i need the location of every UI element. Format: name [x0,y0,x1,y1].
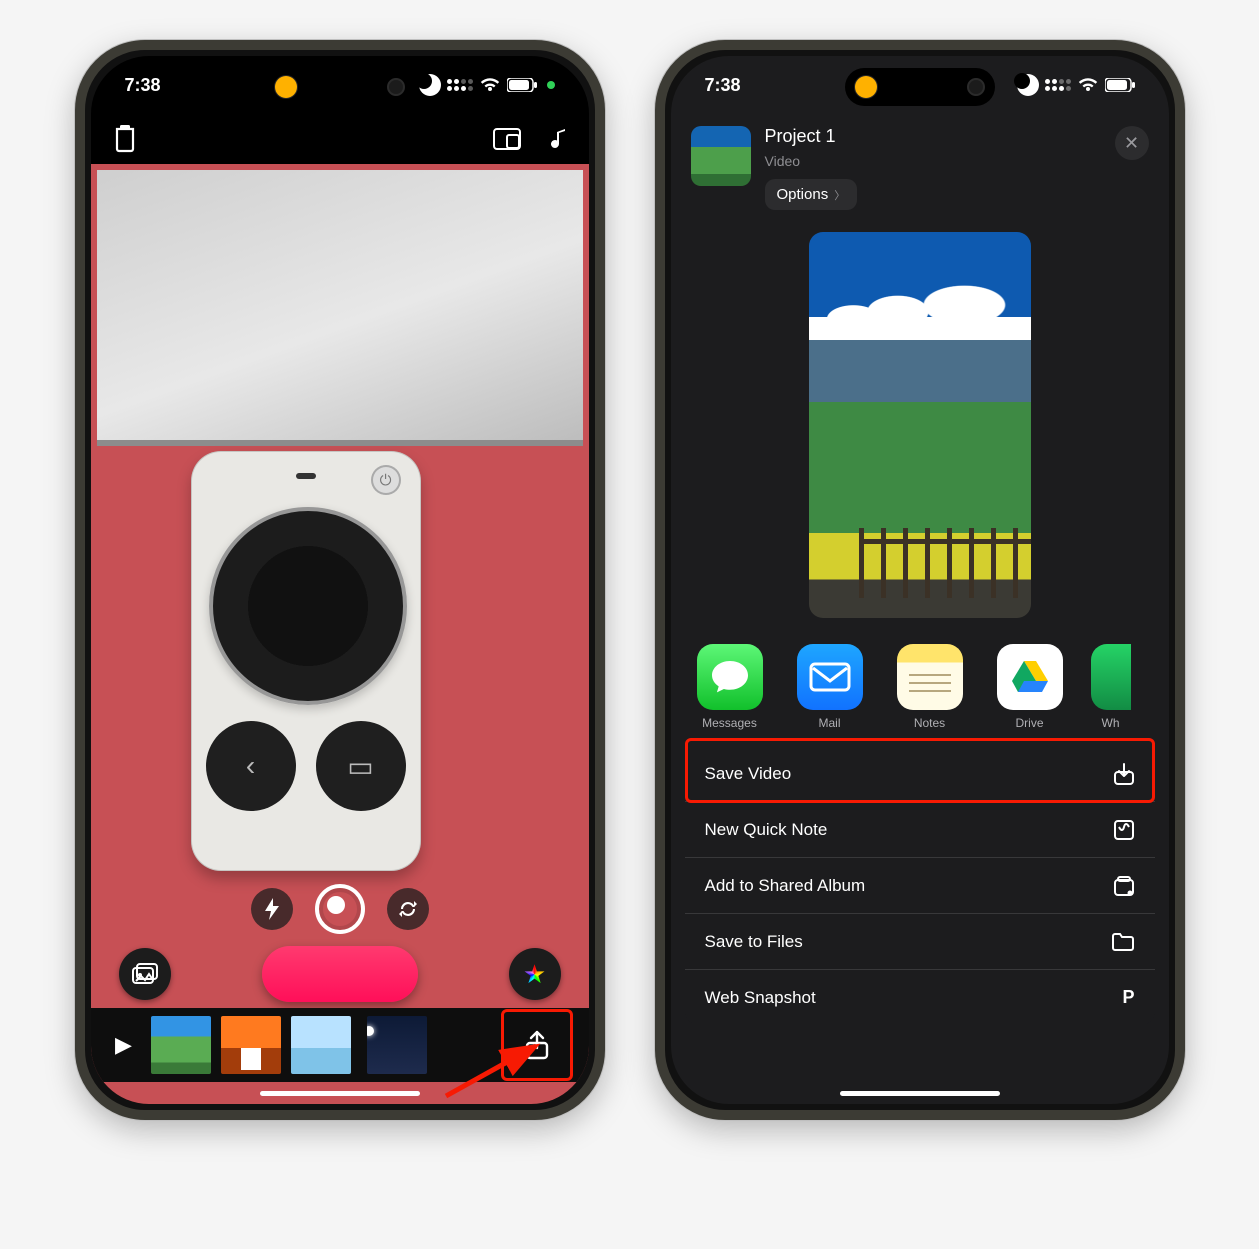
share-actions-list: Save Video New Quick Note Add to Shared … [685,746,1155,1025]
share-options-button[interactable]: Options 〉 [765,179,858,210]
project-title: Project 1 [765,126,1101,147]
action-label: Web Snapshot [705,988,816,1008]
subject-laptop [97,170,583,446]
action-save-video[interactable]: Save Video [685,746,1155,801]
share-app-notes[interactable]: Notes [891,644,969,730]
drive-icon [997,644,1063,710]
action-label: Add to Shared Album [705,876,866,896]
battery-icon [1105,78,1135,92]
close-icon: ✕ [1124,133,1139,154]
projects-icon[interactable] [113,125,137,153]
clip-thumbnail[interactable] [367,1016,427,1074]
battery-icon [507,78,537,92]
flash-toggle-icon[interactable] [251,888,293,930]
flip-camera-icon[interactable] [387,888,429,930]
front-camera-dot [387,78,405,96]
dynamic-island [265,68,415,106]
cellular-signal-icon [447,79,473,91]
aspect-ratio-icon[interactable] [493,128,521,150]
dynamic-island [845,68,995,106]
camera-active-dot [547,81,555,89]
home-indicator[interactable] [260,1091,420,1096]
action-shared-album[interactable]: Add to Shared Album [685,857,1155,913]
options-label: Options [777,186,829,203]
action-label: Save to Files [705,932,803,952]
wifi-icon [479,77,501,93]
action-save-files[interactable]: Save to Files [685,913,1155,969]
share-app-messages[interactable]: Messages [691,644,769,730]
phone-left: 7:38 [75,40,605,1120]
download-icon [1113,762,1135,786]
action-label: New Quick Note [705,820,828,840]
clip-thumbnail[interactable] [221,1016,281,1074]
app-label: Wh [1102,716,1120,730]
action-label: Save Video [705,764,792,784]
p-icon: P [1122,987,1134,1008]
share-sheet-header: Project 1 Video Options 〉 ✕ [671,114,1169,212]
project-subtitle: Video [765,153,1101,169]
library-button[interactable] [119,948,171,1000]
focus-moon-icon [1017,74,1039,96]
share-app-whatsapp[interactable]: Wh [1091,644,1131,730]
chevron-right-icon: 〉 [834,187,845,203]
island-app-indicator [275,76,297,98]
record-button[interactable] [262,946,418,1002]
status-time: 7:38 [705,75,741,96]
effects-star-button[interactable]: ★ [509,948,561,1000]
music-icon[interactable] [551,126,567,152]
mail-icon [797,644,863,710]
star-icon: ★ [523,959,546,990]
share-apps-row: Messages Mail Notes Drive Wh [671,628,1169,740]
island-app-indicator [855,76,877,98]
shutter-indicator[interactable] [315,884,365,934]
status-time: 7:38 [125,75,161,96]
action-web-snapshot[interactable]: Web Snapshot P [685,969,1155,1025]
messages-icon [697,644,763,710]
project-thumbnail [691,126,751,186]
camera-viewport: ‹▭ ★ [91,164,589,1104]
share-app-drive[interactable]: Drive [991,644,1069,730]
app-label: Notes [914,716,945,730]
wifi-icon [1077,77,1099,93]
notes-icon [897,644,963,710]
app-label: Messages [702,716,757,730]
subject-appletv-remote: ‹▭ [191,451,421,871]
folder-icon [1111,932,1135,952]
album-icon [1113,875,1135,897]
clip-thumbnail[interactable] [151,1016,211,1074]
focus-moon-icon [419,74,441,96]
home-indicator[interactable] [840,1091,1000,1096]
play-button[interactable]: ▶ [107,1032,141,1058]
annotation-arrow [441,1036,561,1104]
clip-thumbnail[interactable] [291,1016,351,1074]
action-quick-note[interactable]: New Quick Note [685,801,1155,857]
note-icon [1113,819,1135,841]
cellular-signal-icon [1045,79,1071,91]
close-button[interactable]: ✕ [1115,126,1149,160]
app-label: Mail [818,716,840,730]
video-preview [809,232,1031,618]
share-app-mail[interactable]: Mail [791,644,869,730]
phone-right: 7:38 Project 1 Video [655,40,1185,1120]
whatsapp-icon [1091,644,1131,710]
app-label: Drive [1015,716,1043,730]
front-camera-dot [967,78,985,96]
editor-toolbar [91,114,589,164]
